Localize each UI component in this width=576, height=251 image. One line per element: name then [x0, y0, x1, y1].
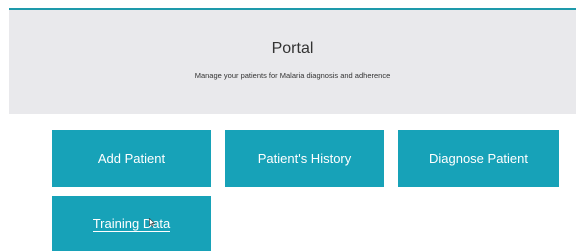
training-data-label: Training Data: [92, 215, 171, 232]
training-data-button[interactable]: Training Data: [52, 196, 211, 251]
patient-history-label: Patient's History: [257, 151, 352, 166]
add-patient-label: Add Patient: [97, 151, 166, 166]
page-title: Portal: [271, 40, 314, 57]
add-patient-button[interactable]: Add Patient: [52, 130, 211, 187]
page-subtitle: Manage your patients for Malaria diagnos…: [194, 71, 391, 80]
patient-history-button[interactable]: Patient's History: [225, 130, 384, 187]
diagnose-patient-label: Diagnose Patient: [428, 151, 528, 166]
diagnose-patient-button[interactable]: Diagnose Patient: [398, 130, 559, 187]
mouse-pointer-icon: [149, 218, 155, 227]
portal-header: Portal Manage your patients for Malaria …: [9, 8, 576, 114]
